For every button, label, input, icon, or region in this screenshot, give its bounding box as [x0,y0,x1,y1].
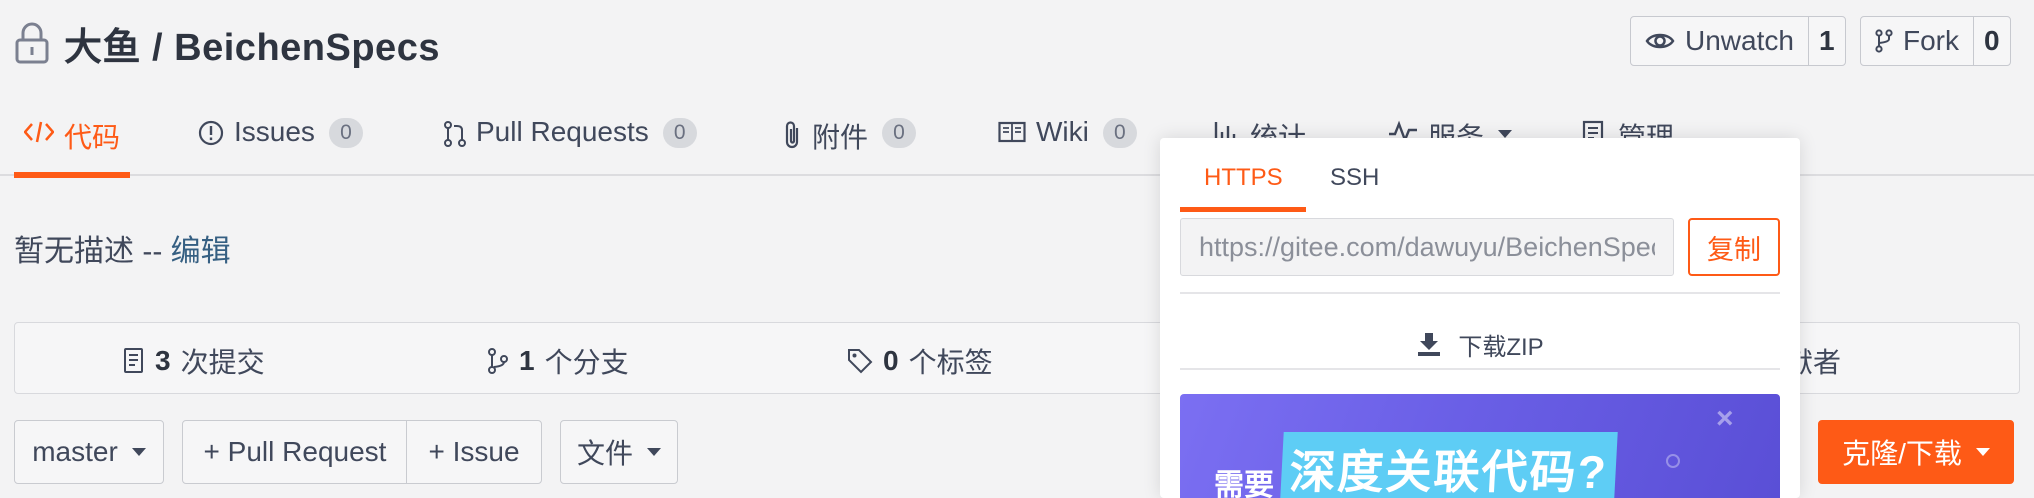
button-label: 克隆/下载 [1842,438,1962,469]
count-badge: 0 [1102,118,1137,148]
promo-banner[interactable]: × 需要 深度关联代码? [1180,394,1780,498]
count-badge: 0 [662,118,697,148]
tags-count: 0 [883,345,899,376]
button-label: + Pull Request [203,436,387,467]
fork-label: Fork [1903,25,1959,56]
clone-url-input[interactable] [1180,218,1674,276]
tab-https[interactable]: HTTPS [1180,152,1306,212]
code-icon [24,121,54,143]
commits-count: 3 [155,345,171,376]
tab-label: 附件 [812,122,869,153]
download-icon [1418,333,1441,356]
tags-stat[interactable]: 0 个标签 [847,341,993,381]
watch-count[interactable]: 1 [1807,17,1845,65]
banner-need-text: 需要 [1214,469,1274,498]
repo-title: 大鱼 / BeichenSpecs [14,16,440,70]
branch-name: master [32,436,118,467]
watch-button-group: Unwatch 1 [1630,16,1846,66]
branch-select[interactable]: master [14,420,164,484]
tab-label: 代码 [64,122,121,153]
fork-icon [1875,29,1893,53]
tags-label: 个标签 [908,347,993,378]
new-issue-button[interactable]: + Issue [406,420,542,484]
clone-popup: HTTPS SSH 复制 下载ZIP × 需要 深度关联代码? [1160,138,1800,498]
branch-icon [488,348,508,374]
branches-count: 1 [519,345,535,376]
chevron-down-icon [647,448,661,456]
banner-headline: 深度关联代码? [1280,432,1618,498]
edit-description-link[interactable]: 编辑 [171,235,231,268]
files-dropdown[interactable]: 文件 [560,420,678,484]
tab-pull-requests[interactable]: Pull Requests 0 [444,112,697,176]
eye-icon [1645,33,1675,49]
branches-stat[interactable]: 1 个分支 [487,341,629,381]
description-text: 暂无描述 -- [14,235,171,268]
tab-code[interactable]: 代码 [14,112,130,178]
count-badge: 0 [882,118,917,148]
unwatch-button[interactable]: Unwatch [1631,17,1808,65]
tab-ssh[interactable]: SSH [1306,152,1416,212]
chevron-down-icon [1975,448,1990,456]
pull-request-icon [444,121,466,147]
clone-download-button[interactable]: 克隆/下载 [1818,420,2014,484]
copy-button[interactable]: 复制 [1688,218,1780,276]
branches-label: 个分支 [544,347,629,378]
download-zip-label: 下载ZIP [1458,333,1544,361]
chevron-down-icon [131,448,146,456]
tab-label: Wiki [1036,116,1089,147]
fork-button[interactable]: Fork [1861,17,1973,65]
chevron-down-icon [1498,130,1513,138]
repo-name-link[interactable]: 大鱼 / BeichenSpecs [64,16,440,71]
tab-issues[interactable]: Issues 0 [198,112,363,176]
lock-icon [15,22,49,64]
fork-count[interactable]: 0 [1973,17,2010,65]
button-label: 文件 [576,438,633,469]
button-label: + Issue [428,436,520,467]
download-zip-button[interactable]: 下载ZIP [1180,316,1780,372]
tab-label: Issues [234,116,315,147]
commits-label: 次提交 [180,347,265,378]
tab-label: Pull Requests [476,116,649,147]
new-pull-request-button[interactable]: + Pull Request [182,420,408,484]
divider [1180,292,1780,294]
tab-attachments[interactable]: 附件 0 [784,112,917,176]
decoration-circle [1666,454,1680,468]
paperclip-icon [785,121,799,149]
tag-icon [848,349,873,374]
unwatch-label: Unwatch [1685,25,1794,56]
clone-url-row: 复制 [1180,218,1780,276]
repo-description: 暂无描述 -- 编辑 [14,226,231,270]
fork-button-group: Fork 0 [1860,16,2011,66]
count-badge: 0 [328,118,363,148]
book-icon [998,121,1026,143]
tab-wiki[interactable]: Wiki 0 [998,112,1137,176]
divider [1180,368,1780,370]
close-icon: × [1716,402,1734,435]
commits-stat[interactable]: 3 次提交 [123,341,265,381]
issue-icon [198,120,224,146]
commit-doc-icon [124,348,143,373]
